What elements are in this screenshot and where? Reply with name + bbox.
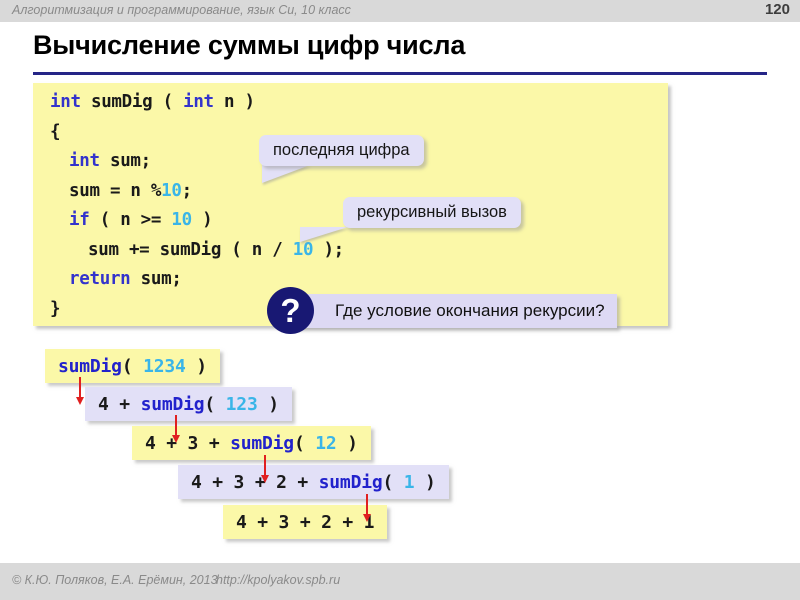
trace-row: 4 + 3 + 2 + sumDig( 1 ) bbox=[178, 465, 449, 499]
code-token: sum += sumDig ( n / bbox=[88, 239, 293, 260]
code-line: if ( n >= 10 ) bbox=[69, 210, 213, 230]
title-divider bbox=[33, 72, 767, 75]
trace-token: 4 + 3 + 2 + 1 bbox=[236, 511, 375, 533]
code-token: n ) bbox=[213, 92, 255, 112]
code-token: int bbox=[69, 151, 100, 171]
page-title: Вычисление суммы цифр числа bbox=[33, 30, 466, 60]
code-token: sum; bbox=[99, 151, 151, 171]
code-line: return sum; bbox=[69, 269, 182, 289]
trace-row: 4 + 3 + sumDig( 12 ) bbox=[132, 426, 371, 460]
page-number: 120 bbox=[764, 1, 790, 18]
trace-token: ( bbox=[204, 393, 226, 415]
code-token: ( n >= bbox=[89, 210, 172, 230]
code-line: sum = n %10; bbox=[69, 181, 192, 201]
code-token: int bbox=[183, 92, 214, 112]
footer-url[interactable]: http://kpolyakov.spb.ru bbox=[216, 573, 340, 587]
code-token: 10 bbox=[292, 239, 314, 260]
callout-recursive-call-label: рекурсивный вызов bbox=[357, 203, 507, 221]
trace-token: ) bbox=[257, 393, 279, 415]
question-text: Где условие окончания рекурсии? bbox=[335, 301, 605, 320]
code-token: sumDig ( bbox=[80, 92, 184, 112]
trace-token: sumDig bbox=[140, 393, 205, 415]
code-line: int sum; bbox=[69, 151, 151, 171]
code-token: ; bbox=[181, 180, 193, 201]
callout-last-digit-label: последняя цифра bbox=[273, 141, 410, 159]
code-token: } bbox=[50, 298, 61, 319]
code-line: } bbox=[50, 298, 61, 319]
trace-row: 4 + 3 + 2 + 1 bbox=[223, 505, 388, 539]
code-token: return bbox=[69, 269, 131, 289]
trace-token: 123 bbox=[225, 393, 258, 415]
trace-token: ( bbox=[121, 355, 144, 377]
trace-token: 1234 bbox=[143, 355, 186, 377]
trace-row: sumDig( 1234 ) bbox=[45, 349, 220, 383]
header-subject-label: Алгоритмизация и программирование, язык … bbox=[12, 3, 351, 17]
code-token: if bbox=[69, 210, 90, 230]
code-token: int bbox=[50, 92, 81, 112]
code-token: 10 bbox=[161, 180, 182, 201]
footer-copyright: © К.Ю. Поляков, Е.А. Ерёмин, 2013 bbox=[12, 573, 218, 587]
callout-recursive-call: рекурсивный вызов bbox=[343, 197, 521, 228]
code-token: ); bbox=[313, 239, 344, 260]
recursion-arrow-icon bbox=[76, 377, 84, 405]
code-token: { bbox=[50, 121, 61, 142]
trace-token: sumDig bbox=[230, 432, 294, 454]
trace-token: 4 + bbox=[98, 393, 141, 415]
trace-token: 1 bbox=[403, 471, 415, 493]
code-token: ) bbox=[191, 210, 213, 230]
recursion-arrow-icon bbox=[363, 494, 371, 522]
trace-token: ) bbox=[336, 432, 358, 454]
code-token: sum; bbox=[130, 269, 182, 289]
callout-last-digit: последняя цифра bbox=[259, 135, 424, 166]
question-mark-icon: ? bbox=[267, 287, 314, 334]
callout-tail-recursive-call bbox=[300, 227, 348, 242]
trace-token: 4 + 3 + bbox=[145, 432, 231, 454]
trace-token: sumDig bbox=[318, 471, 383, 493]
trace-token: 4 + 3 + 2 + bbox=[191, 471, 319, 493]
callout-tail-last-digit bbox=[262, 165, 310, 183]
code-line: { bbox=[50, 121, 61, 142]
trace-token: ) bbox=[414, 471, 436, 493]
trace-token: ( bbox=[382, 471, 404, 493]
trace-row: 4 + sumDig( 123 ) bbox=[85, 387, 292, 421]
trace-token: 12 bbox=[315, 432, 337, 454]
recursion-arrow-icon bbox=[261, 455, 269, 483]
recursion-arrow-icon bbox=[172, 415, 180, 443]
code-line: int sumDig ( int n ) bbox=[50, 92, 255, 112]
code-token: 10 bbox=[171, 210, 192, 230]
code-line: sum += sumDig ( n / 10 ); bbox=[88, 240, 344, 260]
question-banner: Где условие окончания рекурсии? bbox=[295, 294, 617, 328]
trace-token: ) bbox=[185, 355, 207, 377]
code-token: sum = n % bbox=[69, 180, 162, 201]
trace-token: sumDig bbox=[58, 355, 122, 377]
trace-token: ( bbox=[293, 432, 316, 454]
